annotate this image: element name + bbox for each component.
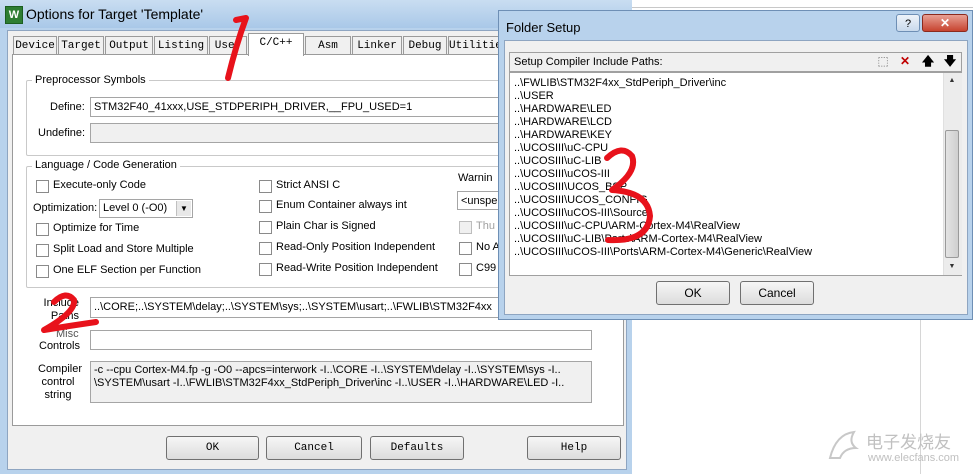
annotation-number-1 (225, 15, 249, 81)
elecfans-logo-icon (828, 430, 859, 459)
red-annotations (41, 15, 653, 333)
watermark-text: 电子发烧友 (866, 433, 951, 452)
annotation-number-2 (41, 292, 99, 333)
watermark-url: www.elecfans.com (868, 452, 960, 464)
tab-c-cpp[interactable]: C/C++ (248, 33, 304, 56)
annotation-number-3 (604, 147, 653, 244)
